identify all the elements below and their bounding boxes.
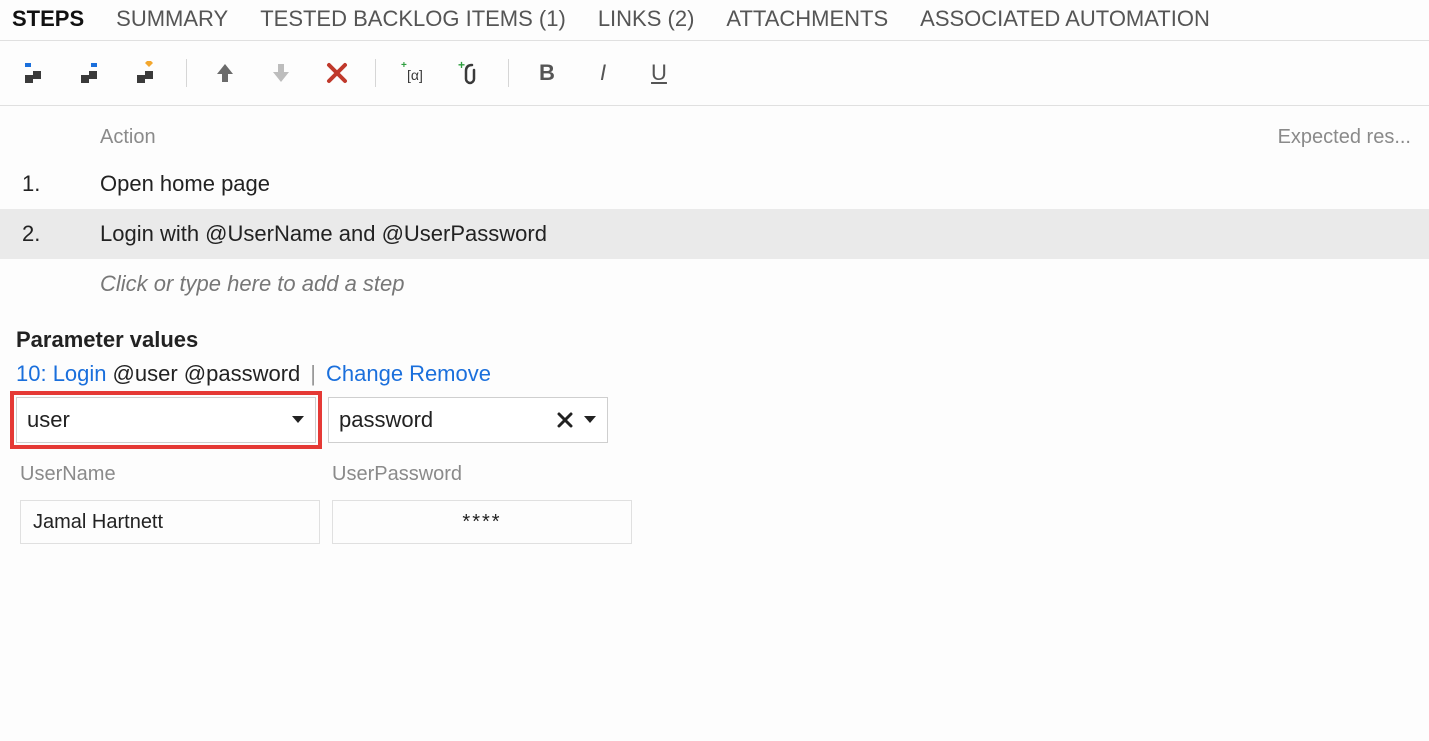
italic-button[interactable]: I — [581, 55, 625, 91]
step-action-text[interactable]: Open home page — [90, 171, 1419, 197]
toolbar-separator — [375, 59, 376, 87]
insert-step-icon[interactable] — [14, 55, 58, 91]
chevron-down-icon — [583, 415, 597, 425]
dropdown-label: user — [27, 407, 70, 433]
insert-shared-step-icon[interactable] — [70, 55, 114, 91]
step-row[interactable]: 2. Login with @UserName and @UserPasswor… — [0, 209, 1429, 259]
parameter-values-title: Parameter values — [16, 327, 1413, 353]
link-separator: | — [306, 361, 320, 387]
svg-text:[α]: [α] — [407, 67, 423, 83]
create-shared-steps-icon[interactable] — [126, 55, 170, 91]
dropdown-label: password — [339, 407, 433, 433]
param-table-row: Jamal Hartnett **** — [16, 500, 1413, 544]
move-down-icon[interactable] — [259, 55, 303, 91]
tab-tested-backlog-items[interactable]: TESTED BACKLOG ITEMS (1) — [258, 4, 568, 34]
param-map-dropdown-password[interactable]: password — [328, 397, 608, 443]
tab-associated-automation[interactable]: ASSOCIATED AUTOMATION — [918, 4, 1212, 34]
change-link[interactable]: Change — [326, 361, 403, 387]
param-map-dropdown-user[interactable]: user — [16, 397, 316, 443]
column-action: Action — [90, 126, 1249, 149]
tabs-bar: STEPS SUMMARY TESTED BACKLOG ITEMS (1) L… — [0, 0, 1429, 41]
remove-link[interactable]: Remove — [409, 361, 491, 387]
add-attachment-icon[interactable]: + — [448, 55, 492, 91]
toolbar-separator — [186, 59, 187, 87]
delete-step-icon[interactable] — [315, 55, 359, 91]
shared-parameter-suffix: @user @password — [113, 361, 301, 387]
param-cell-username[interactable]: Jamal Hartnett — [20, 500, 320, 544]
parameter-values-section: Parameter values 10: Login @user @passwo… — [0, 317, 1429, 554]
step-action-text[interactable]: Login with @UserName and @UserPassword — [90, 221, 1419, 247]
tab-links[interactable]: LINKS (2) — [596, 4, 697, 34]
svg-text:+: + — [458, 61, 465, 72]
column-expected-result: Expected res... — [1249, 126, 1419, 149]
insert-parameter-icon[interactable]: + [α] — [392, 55, 436, 91]
move-up-icon[interactable] — [203, 55, 247, 91]
param-cell-userpassword[interactable]: **** — [332, 500, 632, 544]
toolbar-separator — [508, 59, 509, 87]
chevron-down-icon — [291, 415, 305, 425]
tab-steps[interactable]: STEPS — [10, 4, 86, 34]
step-number: 1. — [10, 171, 90, 197]
steps-column-headers: Action Expected res... — [0, 106, 1429, 159]
shared-parameter-link-row: 10: Login @user @password | Change Remov… — [16, 361, 1413, 387]
step-row[interactable]: 1. Open home page — [0, 159, 1429, 209]
bold-button[interactable]: B — [525, 55, 569, 91]
underline-button[interactable]: U — [637, 55, 681, 91]
step-number: 2. — [10, 221, 90, 247]
add-step-placeholder[interactable]: Click or type here to add a step — [0, 259, 1429, 317]
steps-toolbar: + [α] + B I U — [0, 41, 1429, 106]
param-column-username: UserName — [20, 463, 320, 486]
clear-icon[interactable] — [557, 412, 573, 428]
tab-summary[interactable]: SUMMARY — [114, 4, 230, 34]
param-table-headers: UserName UserPassword — [16, 463, 1413, 486]
tab-attachments[interactable]: ATTACHMENTS — [724, 4, 890, 34]
param-column-userpassword: UserPassword — [332, 463, 632, 486]
shared-parameter-link[interactable]: 10: Login — [16, 361, 107, 387]
